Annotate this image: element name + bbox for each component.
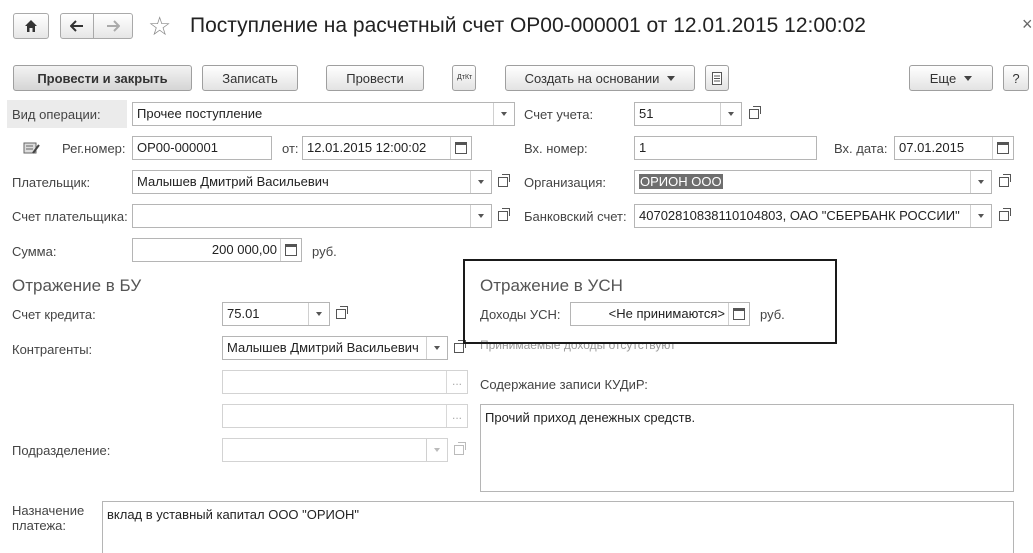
chevron-down-icon bbox=[667, 75, 676, 81]
operation-type-value: Прочее поступление bbox=[137, 106, 263, 121]
purpose-label-line2: платежа: bbox=[12, 518, 66, 533]
chevron-down-icon bbox=[964, 75, 973, 81]
reg-number-field[interactable]: ОР00-000001 bbox=[132, 136, 272, 160]
more-button[interactable]: Еще bbox=[909, 65, 993, 91]
payer-value: Малышев Дмитрий Васильевич bbox=[137, 174, 329, 189]
create-based-on-label: Создать на основании bbox=[524, 70, 660, 86]
in-number-value: 1 bbox=[639, 140, 647, 155]
bank-account-value: 40702810838110104803, ОАО "СБЕРБАНК РОСС… bbox=[639, 208, 960, 223]
sum-currency: руб. bbox=[312, 244, 337, 259]
dropdown-arrow-icon[interactable] bbox=[493, 103, 514, 125]
sum-label: Сумма: bbox=[12, 244, 57, 259]
in-date-field[interactable]: 07.01.2015 bbox=[894, 136, 1014, 160]
open-icon[interactable] bbox=[494, 173, 512, 191]
counterparties-value: Малышев Дмитрий Васильевич bbox=[227, 340, 419, 355]
reg-number-label: Рег.номер: bbox=[62, 141, 126, 156]
dropdown-arrow-icon[interactable] bbox=[720, 103, 741, 125]
sum-field[interactable]: 200 000,00 bbox=[132, 238, 302, 262]
document-icon bbox=[712, 71, 722, 85]
purpose-value: вклад в уставный капитал ООО "ОРИОН" bbox=[107, 507, 360, 522]
credit-account-field[interactable]: 75.01 bbox=[222, 302, 330, 326]
purpose-textarea[interactable]: вклад в уставный капитал ООО "ОРИОН" bbox=[102, 501, 1014, 553]
organization-value-wrap: ОРИОН ООО bbox=[639, 174, 987, 190]
forward-button[interactable] bbox=[93, 13, 133, 39]
back-button[interactable] bbox=[60, 13, 94, 39]
open-icon[interactable] bbox=[995, 173, 1013, 191]
division-label: Подразделение: bbox=[12, 443, 111, 458]
account-field[interactable]: 51 bbox=[634, 102, 742, 126]
operation-type-field[interactable]: Прочее поступление bbox=[132, 102, 515, 126]
save-label: Записать bbox=[222, 70, 278, 86]
dropdown-arrow-icon[interactable] bbox=[970, 171, 991, 193]
save-button[interactable]: Записать bbox=[202, 65, 298, 91]
dropdown-arrow-icon[interactable] bbox=[970, 205, 991, 227]
kudir-label: Содержание записи КУДиР: bbox=[480, 377, 648, 392]
edit-document-icon[interactable] bbox=[23, 140, 41, 156]
dropdown-arrow-icon[interactable] bbox=[426, 337, 447, 359]
kudir-textarea[interactable]: Прочий приход денежных средств. bbox=[480, 404, 1014, 492]
print-button[interactable] bbox=[705, 65, 729, 91]
post-and-close-button[interactable]: Провести и закрыть bbox=[13, 65, 192, 91]
kudir-value: Прочий приход денежных средств. bbox=[485, 410, 696, 425]
sum-value: 200 000,00 bbox=[211, 242, 277, 257]
account-label: Счет учета: bbox=[524, 107, 594, 122]
help-button[interactable]: ? bbox=[1003, 65, 1029, 91]
dropdown-arrow-icon[interactable] bbox=[470, 205, 491, 227]
open-icon[interactable] bbox=[995, 207, 1013, 225]
ellipsis-icon: ... bbox=[446, 371, 467, 393]
home-icon bbox=[25, 20, 37, 32]
organization-value: ОРИОН ООО bbox=[639, 174, 723, 189]
usn-highlight-frame bbox=[463, 259, 837, 344]
from-date-value: 12.01.2015 12:00:02 bbox=[307, 140, 427, 155]
more-label: Еще bbox=[929, 70, 957, 86]
open-icon bbox=[450, 441, 468, 459]
arrow-right-icon bbox=[107, 20, 120, 32]
counterparties-label: Контрагенты: bbox=[12, 342, 93, 357]
post-label: Провести bbox=[346, 70, 404, 86]
from-date-field[interactable]: 12.01.2015 12:00:02 bbox=[302, 136, 472, 160]
bank-account-label: Банковский счет: bbox=[524, 209, 627, 224]
help-label: ? bbox=[1012, 70, 1020, 86]
in-number-field[interactable]: 1 bbox=[634, 136, 817, 160]
payer-account-field[interactable] bbox=[132, 204, 492, 228]
dt-kt-icon: ДтКт bbox=[457, 74, 473, 81]
post-and-close-label: Провести и закрыть bbox=[37, 70, 168, 86]
bank-account-field[interactable]: 40702810838110104803, ОАО "СБЕРБАНК РОСС… bbox=[634, 204, 992, 228]
dropdown-arrow-icon[interactable] bbox=[470, 171, 491, 193]
open-icon[interactable] bbox=[745, 105, 763, 123]
from-label: от: bbox=[282, 141, 299, 156]
bu-section-title: Отражение в БУ bbox=[12, 276, 142, 295]
post-button[interactable]: Провести bbox=[326, 65, 424, 91]
credit-account-label: Счет кредита: bbox=[12, 307, 96, 322]
organization-field[interactable]: ОРИОН ООО bbox=[634, 170, 992, 194]
in-number-label: Вх. номер: bbox=[524, 141, 588, 156]
counterparties-field[interactable]: Малышев Дмитрий Васильевич bbox=[222, 336, 448, 360]
calendar-icon[interactable] bbox=[450, 137, 471, 159]
ellipsis-icon: ... bbox=[446, 405, 467, 427]
create-based-on-button[interactable]: Создать на основании bbox=[505, 65, 695, 91]
in-date-label: Вх. дата: bbox=[834, 141, 888, 156]
payer-label: Плательщик: bbox=[12, 175, 91, 190]
dt-kt-button[interactable]: ДтКт bbox=[452, 65, 476, 91]
window-title: Поступление на расчетный счет ОР00-00000… bbox=[190, 14, 866, 37]
division-field bbox=[222, 438, 448, 462]
organization-label: Организация: bbox=[524, 175, 607, 190]
home-button[interactable] bbox=[13, 13, 49, 39]
open-icon[interactable] bbox=[494, 207, 512, 225]
operation-type-label: Вид операции: bbox=[12, 107, 101, 122]
subconto-3-field: ... bbox=[222, 404, 468, 428]
open-icon[interactable] bbox=[332, 305, 350, 323]
calculator-icon[interactable] bbox=[280, 239, 301, 261]
close-icon[interactable]: × bbox=[1022, 14, 1033, 35]
purpose-label-line1: Назначение bbox=[12, 503, 85, 518]
subconto-2-field: ... bbox=[222, 370, 468, 394]
reg-number-value: ОР00-000001 bbox=[137, 140, 218, 155]
dropdown-arrow-icon[interactable] bbox=[308, 303, 329, 325]
dropdown-arrow-icon bbox=[426, 439, 447, 461]
favorite-star-icon[interactable]: ☆ bbox=[148, 12, 171, 40]
arrow-left-icon bbox=[70, 20, 83, 32]
payer-account-label: Счет плательщика: bbox=[12, 209, 128, 224]
payer-field[interactable]: Малышев Дмитрий Васильевич bbox=[132, 170, 492, 194]
calendar-icon[interactable] bbox=[992, 137, 1013, 159]
